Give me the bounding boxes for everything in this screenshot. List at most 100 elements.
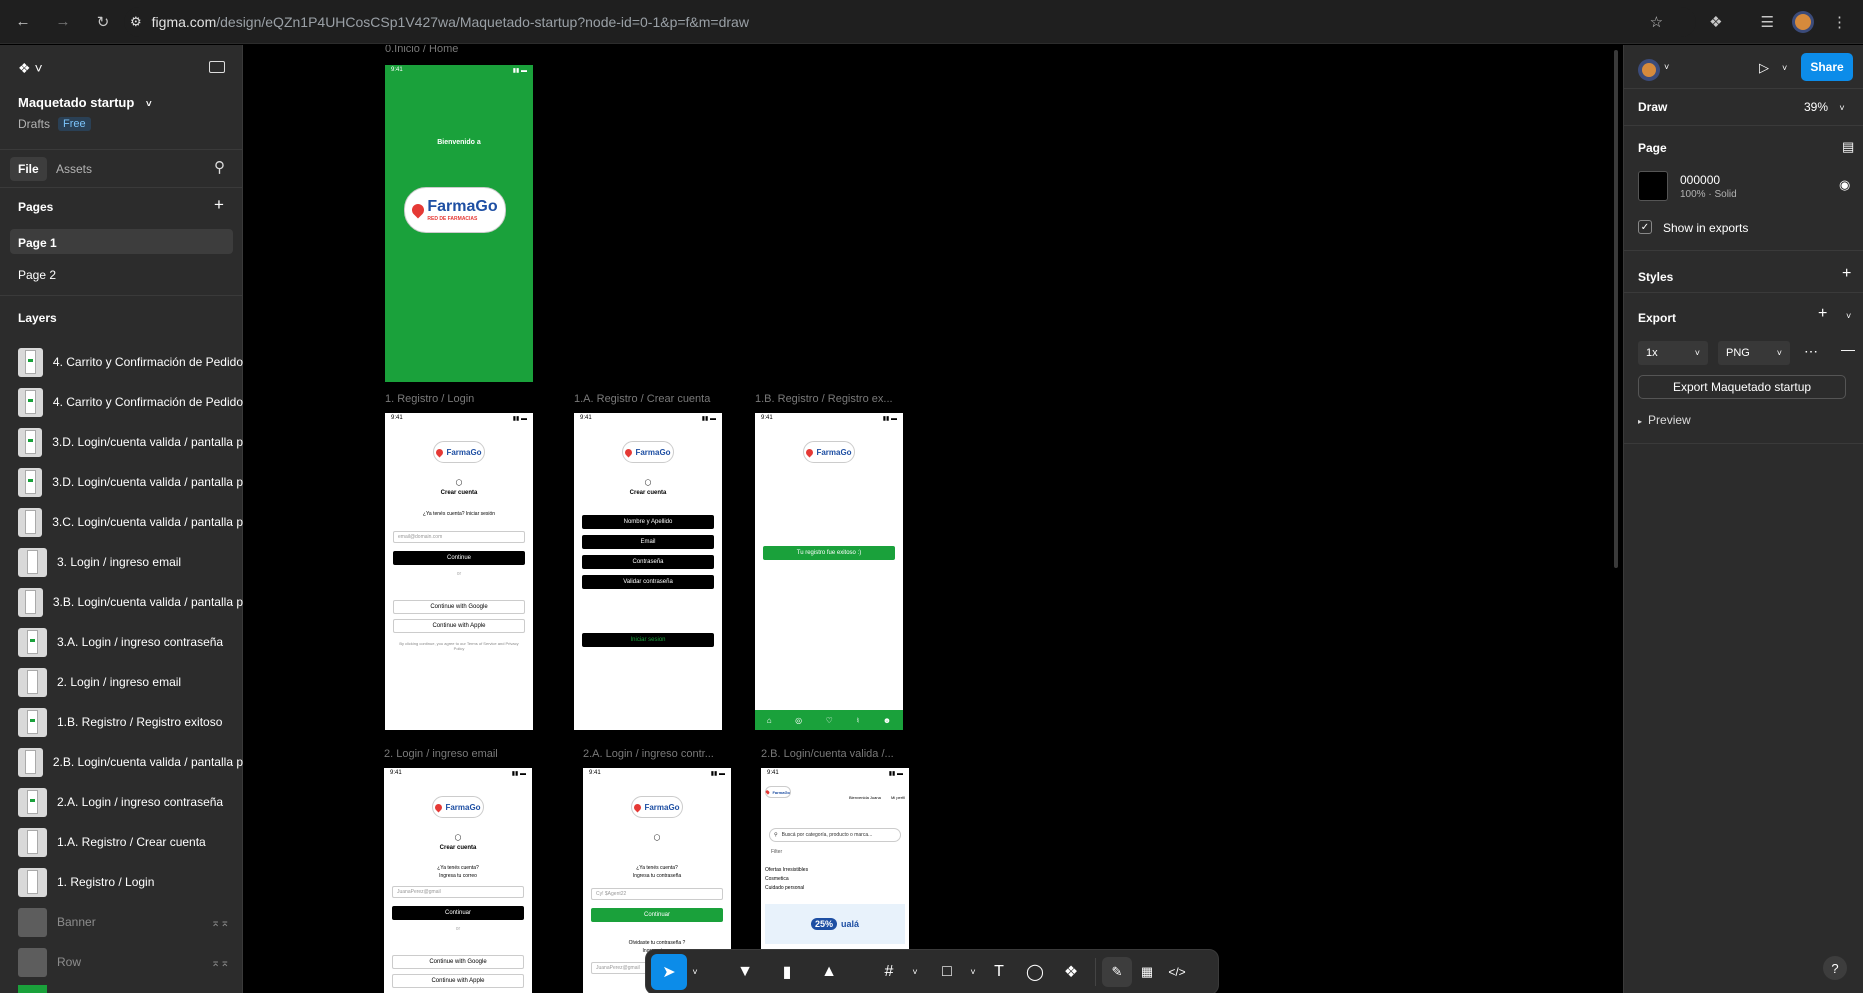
layer-item[interactable]: 1.B. Registro / Registro exitoso <box>0 702 243 742</box>
page-item-page-1[interactable]: Page 1 <box>10 229 233 254</box>
home-icon: ⌂ <box>766 715 772 725</box>
preview-label: Preview <box>1648 413 1691 427</box>
rectangle-tool-icon[interactable]: □ <box>929 954 965 990</box>
frame-thumbnail <box>18 587 43 617</box>
pencil-tool-icon[interactable]: ▲ <box>811 954 847 990</box>
frame-crear-cuenta[interactable]: 9:41 ▮▮ ▬ FarmaGo ◯ Crear cuenta Nombre y… <box>574 413 722 730</box>
chevron-down-icon[interactable]: ˅ <box>907 954 923 990</box>
marker-tool-icon[interactable]: ▮ <box>769 954 805 990</box>
more-options-icon[interactable]: ⋯ <box>1804 343 1818 360</box>
frame-thumbnail <box>18 867 47 897</box>
text-tool-icon[interactable]: T <box>981 954 1017 990</box>
canvas-scrollbar[interactable] <box>1614 50 1618 568</box>
browser-toolbar: ← → ↻ ⚙ figma.com/design/eQZn1P4UHCosCSp… <box>0 0 1863 44</box>
remove-export-icon[interactable]: — <box>1841 341 1855 357</box>
show-exports-checkbox[interactable]: ✓ <box>1638 220 1652 234</box>
chevron-down-icon[interactable]: ˅ <box>1782 63 1787 73</box>
chevron-down-icon[interactable]: ˅ <box>1846 311 1851 321</box>
frame-title[interactable]: 1.A. Registro / Crear cuenta <box>574 393 710 405</box>
frame-title[interactable]: 2. Login / ingreso email <box>384 748 498 760</box>
export-scale-select[interactable]: 1x ˅ <box>1638 341 1708 365</box>
frame-title[interactable]: 1. Registro / Login <box>385 393 474 405</box>
file-location[interactable]: Drafts <box>18 117 50 131</box>
move-tool-icon[interactable]: ➤ <box>651 954 687 990</box>
zoom-level[interactable]: 39% ˅ <box>1804 100 1845 114</box>
canvas[interactable]: 0.Inicio / Home 9:41 ▮▮ ▬ Bienvenido a Fa… <box>243 45 1623 993</box>
frame-login-email[interactable]: 9:41 ▮▮ ▬ FarmaGo ◯ Crear cuenta ¿Ya tené… <box>384 768 532 993</box>
help-icon[interactable]: ? <box>1823 956 1847 980</box>
dev-mode-icon[interactable]: </> <box>1162 954 1192 990</box>
layer-item-hidden[interactable]: Banner ⌅⌅ <box>0 902 243 942</box>
menu-kebab-icon[interactable]: ⋮ <box>1832 13 1847 31</box>
layer-item[interactable]: 2.B. Login/cuenta valida / pantalla p <box>0 742 243 782</box>
bg-color-hex[interactable]: 000000 <box>1680 173 1720 187</box>
toggle-sidebar-icon[interactable] <box>209 61 225 73</box>
profile-avatar[interactable] <box>1792 11 1814 33</box>
tab-file[interactable]: File <box>10 157 47 181</box>
figma-menu-icon[interactable]: ❖ ˅ <box>18 60 43 77</box>
layer-item[interactable]: 3.C. Login/cuenta valida / pantalla p <box>0 502 243 542</box>
preview-toggle[interactable]: ▸ Preview <box>1638 413 1691 427</box>
frame-tool-icon[interactable]: # <box>871 954 907 990</box>
layer-item-hidden[interactable]: Row ⌅⌅ <box>0 942 243 982</box>
bookmark-star-icon[interactable]: ☆ <box>1650 13 1663 31</box>
plan-badge[interactable]: Free <box>58 117 91 131</box>
layer-item[interactable]: 1. Registro / Login <box>0 862 243 902</box>
frame-thumbnail <box>18 787 47 817</box>
extensions-icon[interactable]: ❖ <box>1709 13 1722 31</box>
chevron-down-icon[interactable]: ˅ <box>687 954 703 990</box>
design-mode-icon[interactable]: ▦ <box>1132 954 1162 990</box>
layer-item[interactable]: 2.A. Login / ingreso contraseña <box>0 782 243 822</box>
add-style-icon[interactable]: + <box>1842 265 1851 283</box>
layer-item[interactable]: 3.B. Login/cuenta valida / pantalla p <box>0 582 243 622</box>
category-personal-care: Cuidado personal <box>765 885 805 891</box>
add-export-icon[interactable]: + <box>1818 305 1827 323</box>
eye-icon[interactable]: ◉ <box>1839 177 1850 193</box>
actions-icon[interactable]: ❖ <box>1053 954 1089 990</box>
frame-title[interactable]: 0.Inicio / Home <box>385 45 458 55</box>
draw-mode-icon[interactable]: ✎ <box>1102 957 1132 987</box>
search-icon[interactable]: ⚲ <box>214 158 225 176</box>
tab-assets[interactable]: Assets <box>56 162 92 176</box>
layer-item[interactable]: 1.A. Registro / Crear cuenta <box>0 822 243 862</box>
add-page-icon[interactable]: + <box>214 195 224 215</box>
pen-tool-icon[interactable]: ▼ <box>727 954 763 990</box>
export-format-select[interactable]: PNG ˅ <box>1718 341 1790 365</box>
media-control-icon[interactable]: ☰ <box>1761 13 1774 31</box>
layer-item[interactable]: 2. Login / ingreso email <box>0 662 243 702</box>
layer-item[interactable]: 3.D. Login/cuenta valida / pantalla p <box>0 462 243 502</box>
logo-subtext: RED DE FARMACIAS <box>427 216 478 222</box>
pin-icon <box>804 447 815 457</box>
chevron-down-icon[interactable]: ˅ <box>1664 62 1669 72</box>
layer-item[interactable]: 4. Carrito y Confirmación de Pedido <box>0 342 243 382</box>
reload-icon[interactable]: ↻ <box>92 11 114 33</box>
comment-tool-icon[interactable]: ◯ <box>1017 954 1053 990</box>
address-bar[interactable]: ⚙ figma.com/design/eQZn1P4UHCosCSp1V427w… <box>124 7 1696 37</box>
frame-registro-login[interactable]: 9:41 ▮▮ ▬ FarmaGo ◯ Crear cuenta ¿Ya tené… <box>385 413 533 730</box>
bg-color-swatch[interactable] <box>1638 171 1668 201</box>
format-value: PNG <box>1726 347 1750 359</box>
export-button[interactable]: Export Maquetado startup <box>1638 375 1846 399</box>
layer-item[interactable]: 3. Login / ingreso email <box>0 542 243 582</box>
frame-home[interactable]: 9:41 ▮▮ ▬ Bienvenido a FarmaGo RED DE FARM… <box>385 65 533 382</box>
hidden-eye-icon[interactable]: ⌅⌅ <box>211 956 229 969</box>
frame-registro-exitoso[interactable]: 9:41 ▮▮ ▬ FarmaGo Tu registro fue exitoso… <box>755 413 903 730</box>
layer-item[interactable]: 3.D. Login/cuenta valida / pantalla p <box>0 422 243 462</box>
present-play-icon[interactable]: ▷ <box>1759 60 1769 76</box>
layer-item[interactable]: 4. Carrito y Confirmación de Pedido <box>0 382 243 422</box>
back-icon[interactable]: ← <box>12 11 34 33</box>
frame-thumbnail <box>18 347 43 377</box>
frame-title[interactable]: 1.B. Registro / Registro ex... <box>755 393 893 405</box>
share-button[interactable]: Share <box>1801 53 1853 81</box>
page-settings-icon[interactable]: ▤ <box>1842 139 1854 155</box>
page-item-page-2[interactable]: Page 2 <box>18 268 56 282</box>
hidden-eye-icon[interactable]: ⌅⌅ <box>211 916 229 929</box>
file-name[interactable]: Maquetado startup ˅ <box>18 95 152 110</box>
frame-title[interactable]: 2.A. Login / ingreso contr... <box>583 748 714 760</box>
site-settings-icon[interactable]: ⚙ <box>130 14 142 30</box>
chevron-down-icon[interactable]: ˅ <box>965 954 981 990</box>
frame-title[interactable]: 2.B. Login/cuenta valida /... <box>761 748 894 760</box>
forward-icon[interactable]: → <box>52 11 74 33</box>
user-avatar[interactable] <box>1638 59 1660 81</box>
layer-item[interactable]: 3.A. Login / ingreso contraseña <box>0 622 243 662</box>
